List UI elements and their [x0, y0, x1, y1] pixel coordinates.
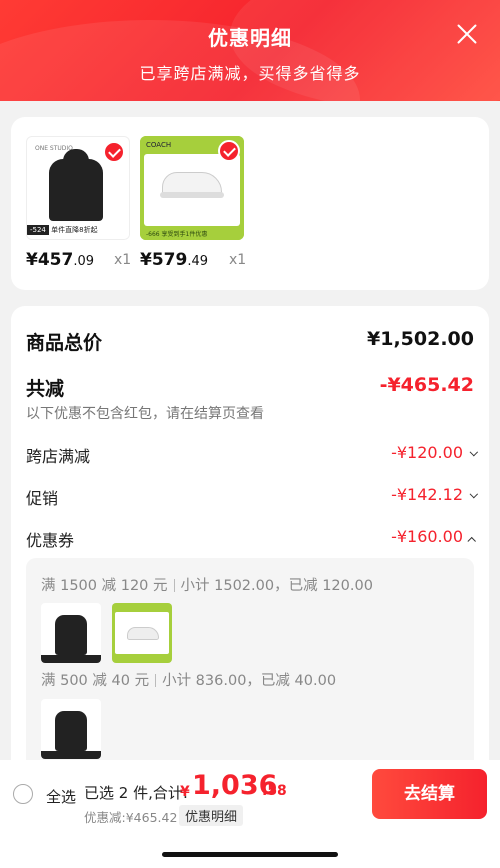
discount-summary: 优惠减:¥465.42 [84, 810, 178, 825]
mini-product-jacket [41, 603, 101, 663]
discount-value: -¥160.00 [391, 527, 476, 546]
product-badge: -666 享受到手1件优惠 [140, 226, 244, 240]
chevron-up-icon[interactable] [467, 536, 476, 546]
coupon-condition: 满 500 减 40 元小计 836.00，已减 40.00 [41, 673, 337, 689]
selected-check-icon[interactable] [218, 140, 240, 162]
chevron-down-icon[interactable] [469, 447, 479, 457]
close-icon[interactable] [456, 23, 478, 45]
chevron-down-icon[interactable] [469, 489, 479, 499]
jacket-body [49, 159, 103, 221]
total-price-label: 商品总价 [26, 332, 103, 354]
coupon-condition: 满 1500 减 120 元小计 1502.00，已减 120.00 [41, 578, 373, 594]
badge-price: -524 [27, 225, 49, 235]
select-all-radio[interactable] [13, 784, 33, 804]
badge-text: 享受到手1件优惠 [161, 231, 208, 238]
discount-label: 优惠券 [26, 531, 75, 550]
checkout-button[interactable]: 去结算 [372, 769, 487, 819]
total-currency: ¥ [180, 784, 190, 800]
discount-note: 以下优惠不包含红包，请在结算页查看 [26, 406, 264, 422]
badge-text: 单件直降8折起 [51, 226, 98, 234]
total-price-value: ¥1,502.00 [367, 328, 474, 350]
discount-label: 促销 [26, 489, 59, 508]
page-title: 优惠明细 [208, 26, 292, 50]
reduce-value: -¥465.42 [379, 374, 474, 396]
discount-value: -¥142.12 [391, 485, 479, 504]
discount-label: 跨店满减 [26, 447, 91, 466]
discount-value: -¥120.00 [391, 443, 479, 462]
product-image-jacket[interactable]: ONE STUDIO -524 单件直降8折起 [26, 136, 130, 240]
selected-count: 已选 2 件,合计: [84, 784, 188, 802]
home-indicator [162, 852, 338, 857]
products-card: ONE STUDIO -524 单件直降8折起 ¥457.09 x1 COACH… [11, 117, 489, 290]
page-subtitle: 已享跨店满减，买得多省得多 [139, 64, 361, 83]
shoe-sole [160, 192, 224, 198]
badge-price: -666 [146, 231, 160, 238]
header-banner: 优惠明细 已享跨店满减，买得多省得多 [0, 0, 500, 101]
product-qty: x1 [114, 252, 132, 268]
discount-detail-tag[interactable]: 优惠明细 [179, 805, 244, 826]
product-price: ¥579.49 [140, 250, 209, 270]
product-qty: x1 [229, 252, 247, 268]
select-all-label[interactable]: 全选 [46, 786, 76, 807]
reduce-label: 共减 [26, 378, 65, 400]
mini-product-shoe [112, 603, 172, 663]
mini-product-jacket [41, 699, 101, 759]
selected-check-icon[interactable] [103, 141, 125, 163]
summary-card: 商品总价 ¥1,502.00 共减 -¥465.42 以下优惠不包含红包，请在结… [11, 306, 489, 808]
product-price: ¥457.09 [26, 250, 95, 270]
total-amount-decimal: .58 [262, 783, 287, 799]
product-badge: -524 单件直降8折起 [27, 225, 129, 239]
product-image-shoe[interactable]: COACH -666 享受到手1件优惠 [140, 136, 244, 240]
checkout-bar: 全选 已选 2 件,合计: ¥ 1,036 .58 优惠减:¥465.42 优惠… [0, 760, 500, 868]
